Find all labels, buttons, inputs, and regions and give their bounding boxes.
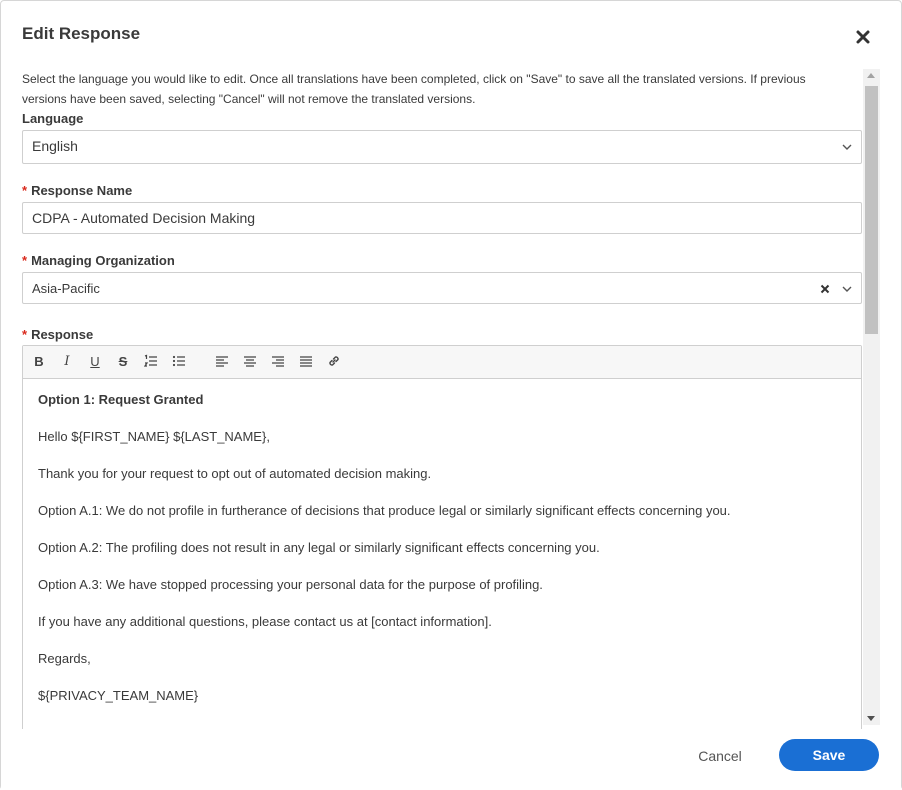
align-left-button[interactable] xyxy=(213,353,231,371)
chevron-down-icon xyxy=(842,144,852,150)
language-label: Language xyxy=(22,111,83,126)
response-label: * Response xyxy=(22,327,93,342)
managing-org-label: * Managing Organization xyxy=(22,253,175,268)
chevron-down-icon xyxy=(842,286,852,292)
close-icon xyxy=(856,30,870,44)
required-marker: * xyxy=(22,183,28,198)
editor-paragraph: If you have any additional questions, pl… xyxy=(38,614,492,629)
scroll-up-icon[interactable] xyxy=(867,73,875,78)
cancel-button[interactable]: Cancel xyxy=(691,745,749,767)
bold-button[interactable]: B xyxy=(30,353,48,371)
response-label-text: Response xyxy=(31,327,94,342)
underline-button[interactable]: U xyxy=(86,353,104,371)
managing-org-value: Asia-Pacific xyxy=(32,281,100,296)
language-label-text: Language xyxy=(22,111,84,126)
editor-paragraph: Option A.1: We do not profile in further… xyxy=(38,503,731,518)
align-right-icon xyxy=(272,356,284,367)
editor-paragraph: Hello ${FIRST_NAME} ${LAST_NAME}, xyxy=(38,429,270,444)
editor-paragraph: Regards, xyxy=(38,651,91,666)
response-name-label: * Response Name xyxy=(22,183,132,198)
editor-paragraph: Thank you for your request to opt out of… xyxy=(38,466,432,481)
response-name-input[interactable]: CDPA - Automated Decision Making xyxy=(22,202,862,234)
align-justify-button[interactable] xyxy=(297,353,315,371)
save-button[interactable]: Save xyxy=(779,739,879,771)
align-justify-icon xyxy=(300,356,312,367)
strikethrough-icon: S xyxy=(118,354,128,369)
align-center-icon xyxy=(244,356,256,367)
bullet-list-icon xyxy=(172,355,185,367)
language-select[interactable]: English xyxy=(22,130,862,164)
dialog-scrollbar[interactable] xyxy=(863,69,880,725)
italic-button[interactable]: I xyxy=(58,353,76,371)
editor-paragraph: Option 1: Request Granted xyxy=(38,392,204,407)
dialog-body[interactable]: Select the language you would like to ed… xyxy=(1,69,881,729)
dialog-header: Edit Response xyxy=(1,1,901,69)
ordered-list-button[interactable] xyxy=(142,353,160,371)
close-button[interactable] xyxy=(853,27,873,47)
editor-content[interactable]: Option 1: Request Granted Hello ${FIRST_… xyxy=(38,391,848,724)
ordered-list-icon xyxy=(144,354,157,367)
italic-icon: I xyxy=(64,354,70,369)
managing-org-label-text: Managing Organization xyxy=(31,253,175,268)
editor-paragraph: Option A.2: The profiling does not resul… xyxy=(38,540,600,555)
response-editor[interactable]: B I U S Option 1: Request Granted Hello … xyxy=(22,345,862,729)
scrollbar-thumb[interactable] xyxy=(865,86,878,334)
dialog-title: Edit Response xyxy=(22,24,141,43)
editor-paragraph: ${PRIVACY_TEAM_NAME} xyxy=(38,688,199,703)
intro-text: Select the language you would like to ed… xyxy=(22,72,806,106)
language-select-value: English xyxy=(32,138,78,154)
strikethrough-button[interactable]: S xyxy=(114,353,132,371)
response-name-label-text: Response Name xyxy=(31,183,133,198)
managing-org-select[interactable]: Asia-Pacific xyxy=(22,272,862,304)
dialog-footer: Cancel Save xyxy=(1,729,901,790)
link-button[interactable] xyxy=(325,353,343,371)
underline-icon: U xyxy=(90,354,100,369)
editor-toolbar: B I U S xyxy=(23,346,861,379)
align-center-button[interactable] xyxy=(241,353,259,371)
link-icon xyxy=(329,356,339,366)
edit-response-dialog: Edit Response Select the language you wo… xyxy=(0,0,902,790)
align-right-button[interactable] xyxy=(269,353,287,371)
scroll-down-icon[interactable] xyxy=(867,716,875,721)
editor-paragraph: Option A.3: We have stopped processing y… xyxy=(38,577,543,592)
bold-icon: B xyxy=(34,354,44,369)
required-marker: * xyxy=(22,253,28,268)
response-name-value: CDPA - Automated Decision Making xyxy=(32,210,256,226)
bullet-list-button[interactable] xyxy=(170,353,188,371)
clear-icon[interactable] xyxy=(819,283,831,295)
required-marker: * xyxy=(22,327,28,342)
align-left-icon xyxy=(216,356,228,367)
